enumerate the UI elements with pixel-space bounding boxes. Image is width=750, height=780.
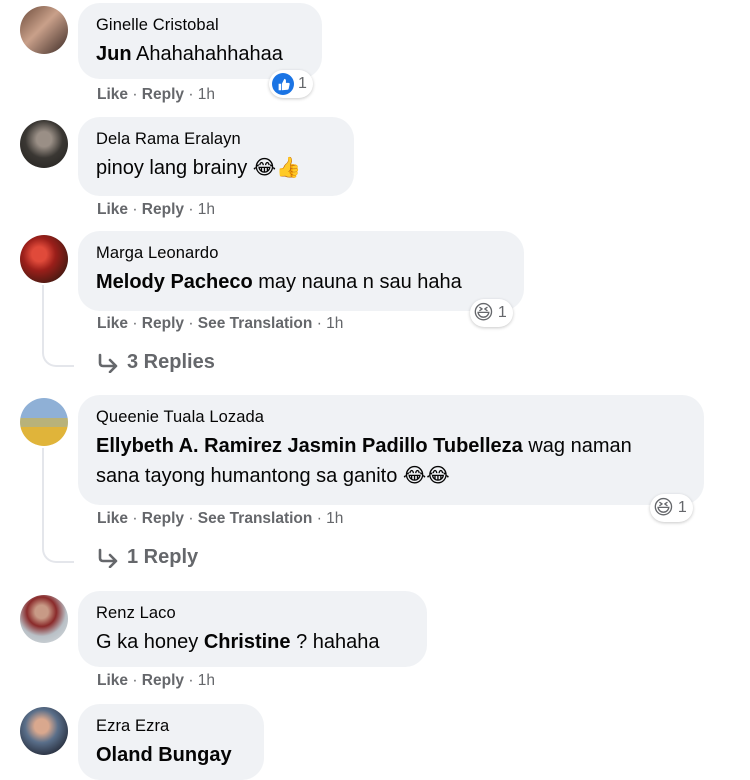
timestamp[interactable]: 1h bbox=[198, 201, 215, 218]
comment-author[interactable]: Ezra Ezra bbox=[96, 716, 246, 736]
avatar[interactable] bbox=[20, 6, 68, 54]
laughing-emoji: 😂 bbox=[252, 157, 277, 179]
avatar[interactable] bbox=[20, 707, 68, 755]
like-link[interactable]: Like bbox=[97, 672, 128, 689]
laughing-emoji: 😂 bbox=[402, 465, 427, 487]
reply-arrow-icon bbox=[98, 548, 118, 568]
mention[interactable]: Oland Bungay bbox=[96, 744, 232, 766]
view-replies-button[interactable]: 3 Replies bbox=[97, 351, 215, 374]
mention[interactable]: Melody Pacheco bbox=[96, 271, 253, 293]
reply-link[interactable]: Reply bbox=[142, 201, 184, 218]
mention[interactable]: Ellybeth A. Ramirez Jasmin Padillo Tubel… bbox=[96, 435, 523, 457]
reaction-count[interactable]: 1 bbox=[269, 70, 313, 98]
mention[interactable]: Jun bbox=[96, 43, 132, 65]
reply-link[interactable]: Reply bbox=[142, 672, 184, 689]
timestamp[interactable]: 1h bbox=[326, 510, 343, 527]
thread-line bbox=[42, 285, 74, 367]
comment-author[interactable]: Queenie Tuala Lozada bbox=[96, 407, 686, 427]
avatar[interactable] bbox=[20, 595, 68, 643]
comment-bubble: Renz Laco G ka honey Christine ? hahaha bbox=[78, 591, 427, 667]
thread-line bbox=[42, 448, 74, 563]
comment-bubble: Queenie Tuala Lozada Ellybeth A. Ramirez… bbox=[78, 395, 704, 505]
comment-bubble: Ginelle Cristobal Jun Ahahahahhahaa bbox=[78, 3, 322, 79]
comment-author[interactable]: Dela Rama Eralayn bbox=[96, 129, 336, 149]
comment-text: Oland Bungay bbox=[96, 740, 246, 770]
comment-actions: Like · Reply · 1h bbox=[97, 86, 216, 103]
laughing-emoji: 😆 bbox=[653, 497, 674, 519]
comment-bubble: Dela Rama Eralayn pinoy lang brainy 😂👍 bbox=[78, 117, 354, 196]
view-replies-button[interactable]: 1 Reply bbox=[97, 546, 198, 569]
comment-author[interactable]: Marga Leonardo bbox=[96, 243, 506, 263]
reaction-count[interactable]: 😆 1 bbox=[650, 494, 693, 522]
thumbs-up-icon bbox=[272, 73, 294, 95]
like-link[interactable]: Like bbox=[97, 201, 128, 218]
timestamp[interactable]: 1h bbox=[198, 672, 215, 689]
comment-author[interactable]: Ginelle Cristobal bbox=[96, 15, 304, 35]
thumbs-up-emoji: 👍 bbox=[276, 157, 302, 179]
reply-link[interactable]: Reply bbox=[142, 510, 184, 527]
comment-actions: Like · Reply · See Translation · 1h bbox=[97, 315, 344, 332]
reply-link[interactable]: Reply bbox=[142, 86, 184, 103]
comment-author[interactable]: Renz Laco bbox=[96, 603, 409, 623]
comment-text: Ellybeth A. Ramirez Jasmin Padillo Tubel… bbox=[96, 435, 632, 487]
comment-text: Jun Ahahahahhahaa bbox=[96, 43, 283, 65]
comment-text: G ka honey Christine ? hahaha bbox=[96, 631, 380, 653]
mention[interactable]: Christine bbox=[204, 631, 291, 653]
reaction-count[interactable]: 😆 1 bbox=[470, 299, 513, 327]
reply-arrow-icon bbox=[98, 353, 118, 373]
comment-actions: Like · Reply · See Translation · 1h bbox=[97, 510, 344, 527]
see-translation-link[interactable]: See Translation bbox=[198, 315, 313, 332]
comment-text: Melody Pacheco may nauna n sau haha bbox=[96, 271, 462, 293]
like-link[interactable]: Like bbox=[97, 510, 128, 527]
reply-link[interactable]: Reply bbox=[142, 315, 184, 332]
see-translation-link[interactable]: See Translation bbox=[198, 510, 313, 527]
laughing-emoji: 😂 bbox=[426, 465, 450, 487]
comment-bubble: Marga Leonardo Melody Pacheco may nauna … bbox=[78, 231, 524, 311]
comment-text: pinoy lang brainy 😂👍 bbox=[96, 157, 302, 179]
laughing-emoji: 😆 bbox=[473, 302, 494, 324]
avatar[interactable] bbox=[20, 120, 68, 168]
timestamp[interactable]: 1h bbox=[326, 315, 343, 332]
comment-bubble: Ezra Ezra Oland Bungay bbox=[78, 704, 264, 780]
comment-actions: Like · Reply · 1h bbox=[97, 672, 216, 689]
timestamp[interactable]: 1h bbox=[198, 86, 215, 103]
comment-actions: Like · Reply · 1h bbox=[97, 201, 216, 218]
like-link[interactable]: Like bbox=[97, 315, 128, 332]
like-link[interactable]: Like bbox=[97, 86, 128, 103]
avatar[interactable] bbox=[20, 235, 68, 283]
avatar[interactable] bbox=[20, 398, 68, 446]
